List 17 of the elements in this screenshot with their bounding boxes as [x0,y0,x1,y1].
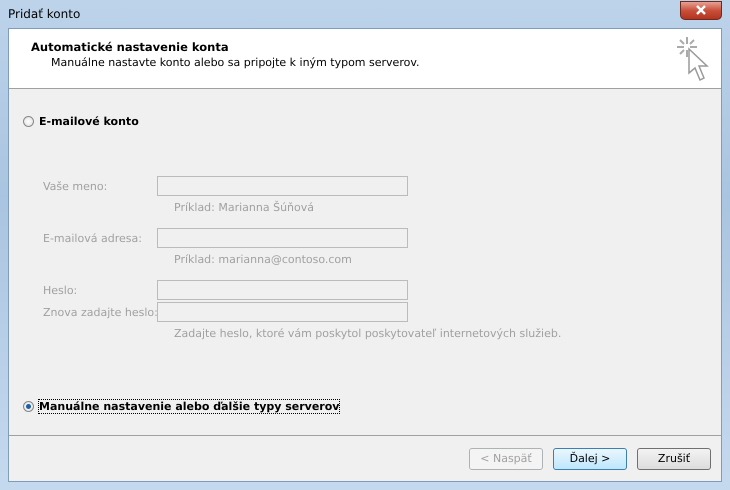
header-title: Automatické nastavenie konta [31,40,230,54]
close-button[interactable] [680,0,722,20]
cursor-sparkle-icon [675,35,711,83]
radio-option[interactable]: Manuálne nastavenie alebo ďalšie typy serverov [23,400,707,413]
field-label: E-mailová adresa: [43,232,143,244]
radio-option[interactable]: E-mailové konto [23,115,707,128]
field-label: Znova zadajte heslo: [43,306,157,318]
header-subtitle: Manuálne nastavte konto alebo sa pripojte k iným typom serverov. [51,56,420,69]
close-icon [695,5,707,15]
dialog-button[interactable]: Zrušiť [637,448,711,470]
field-label: Heslo: [43,284,78,296]
window-title: Pridať konto [8,7,80,21]
hint-text: Príklad: marianna@contoso.com [174,253,353,267]
dialog-button[interactable]: Ďalej > [553,448,627,470]
hint-text: Zadajte heslo, ktoré vám poskytol poskytovateľ internetových služieb. [174,327,562,341]
field-label: Vaše meno: [43,180,108,192]
hint-text: Príklad: Marianna Šúňová [174,201,316,215]
